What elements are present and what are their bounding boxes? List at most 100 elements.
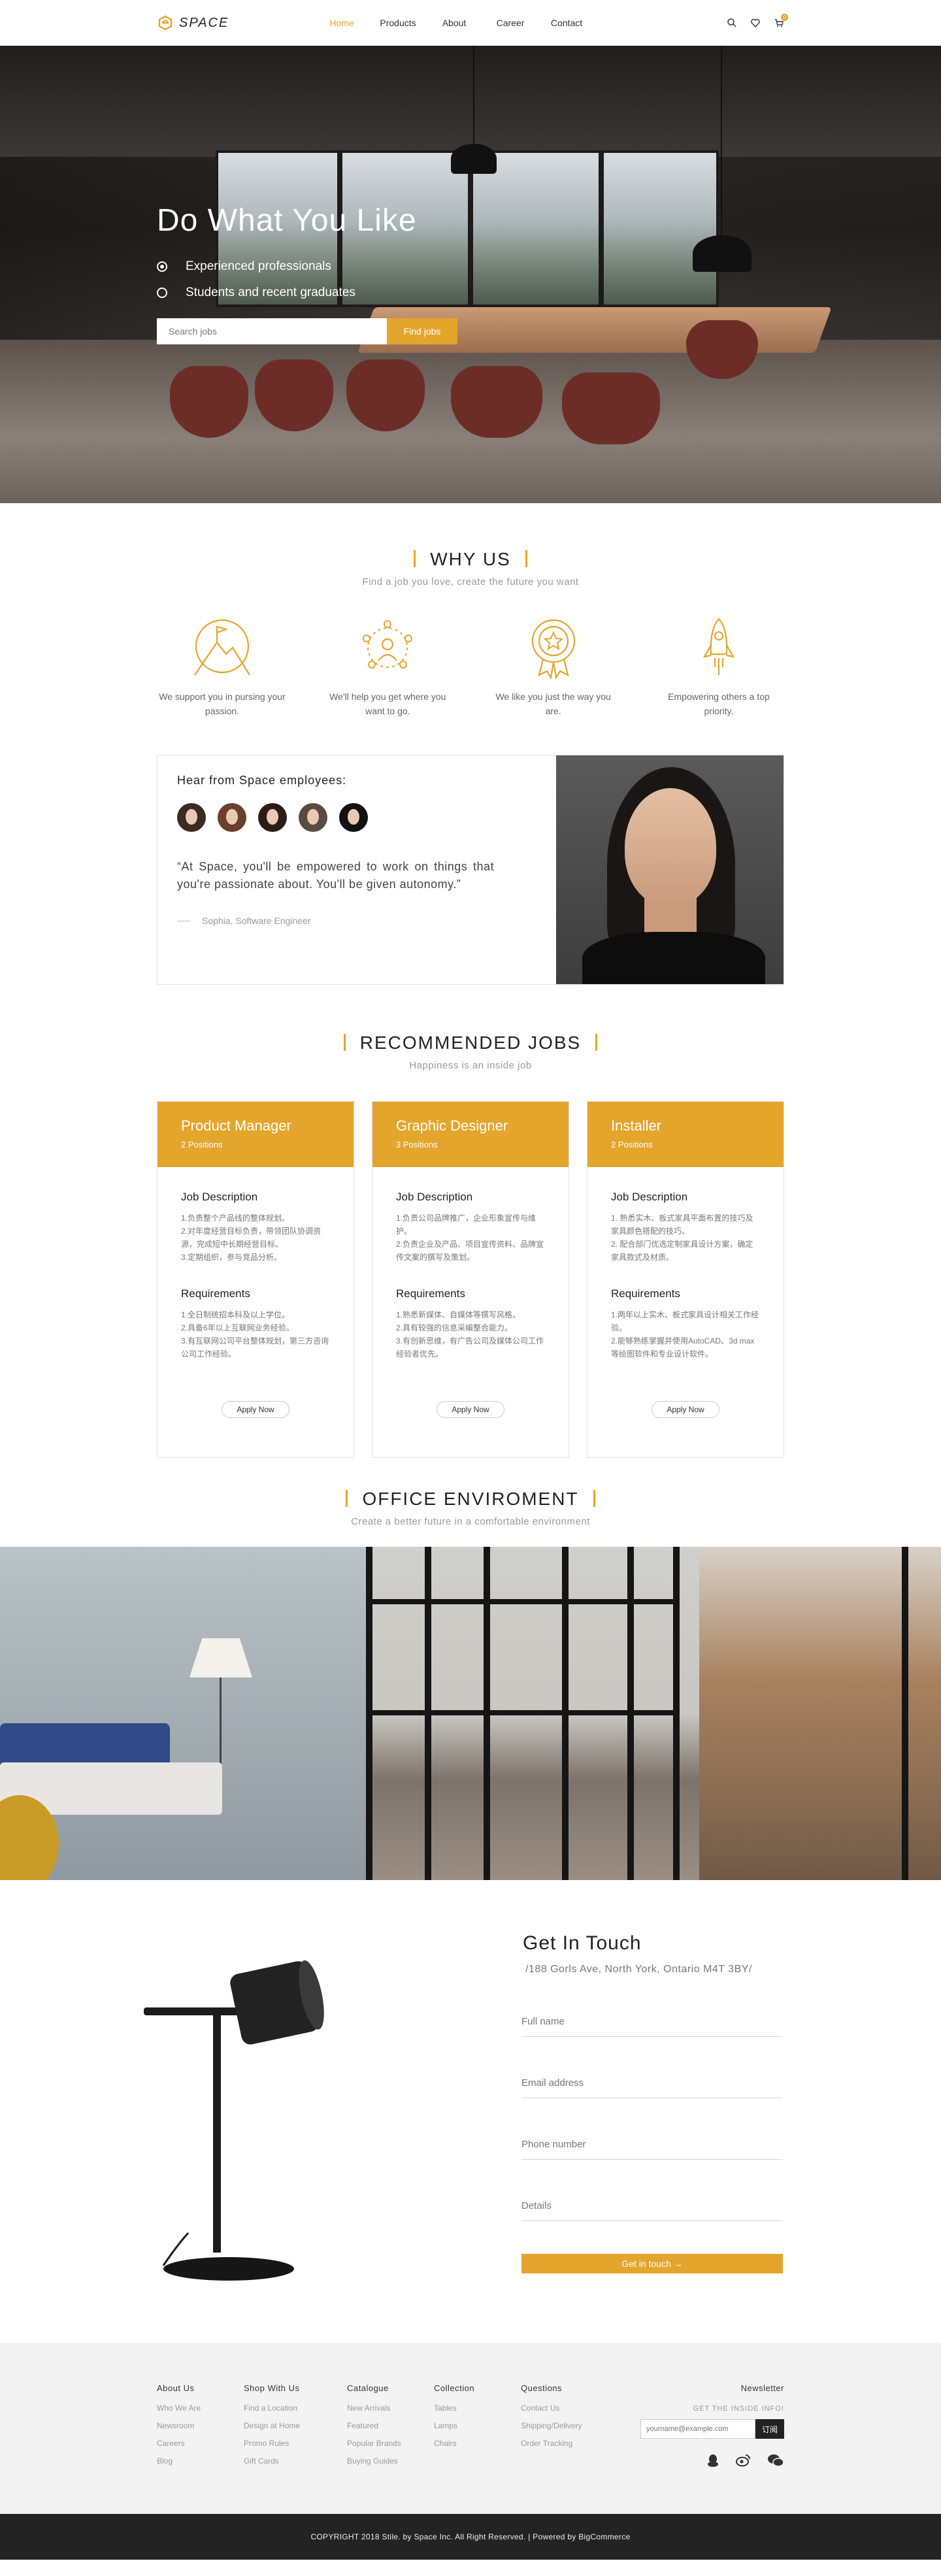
footer-link[interactable]: Lamps (434, 2421, 521, 2430)
footer-column-catalogue: Catalogue New Arrivals Featured Popular … (347, 2383, 434, 2474)
requirements-label: Requirements (396, 1287, 465, 1300)
hero-window (470, 150, 601, 307)
why-items: We support you in pursing your passion. … (157, 615, 784, 718)
hero-lamp-cord (473, 46, 474, 144)
option-students[interactable]: Students and recent graduates (157, 286, 457, 300)
qq-icon[interactable] (706, 2453, 720, 2471)
newsletter: Newsletter GET THE INSIDE INFO! 订阅 (640, 2383, 784, 2474)
get-in-touch-button[interactable]: Get in touch → (521, 2254, 783, 2273)
footer-link[interactable]: Design at Home (244, 2421, 347, 2430)
heart-icon[interactable] (750, 18, 761, 28)
employee-avatars (177, 803, 537, 832)
rocket-icon (702, 618, 735, 675)
glass-frame (366, 1599, 680, 1604)
footer-link[interactable]: Contact Us (521, 2403, 608, 2413)
contact-address: /188 Gorls Ave, North York, Ontario M4T … (525, 1964, 752, 1975)
hero-chair (562, 372, 660, 444)
glass-frame (366, 1710, 680, 1715)
phone-field (521, 2131, 783, 2160)
apply-now-button[interactable]: Apply Now (652, 1401, 719, 1418)
section-subtitle: Find a job you love, create the future y… (362, 576, 579, 587)
hero-window (601, 150, 719, 307)
author-name: Sophia, Software Engineer (202, 916, 311, 926)
footer-link[interactable]: Featured (347, 2421, 434, 2430)
subscribe-button[interactable]: 订阅 (755, 2419, 784, 2439)
full-name-input[interactable] (521, 2008, 783, 2034)
newsletter-form: 订阅 (640, 2419, 784, 2439)
footer-link[interactable]: Gift Cards (244, 2456, 347, 2466)
social-links (640, 2453, 784, 2471)
footer-link[interactable]: Chairs (434, 2439, 521, 2448)
nav-contact[interactable]: Contact (538, 18, 595, 28)
newsletter-email-input[interactable] (640, 2419, 755, 2439)
phone-input[interactable] (521, 2131, 783, 2157)
footer-link[interactable]: Who We Are (157, 2403, 244, 2413)
apply-now-button[interactable]: Apply Now (222, 1401, 289, 1418)
avatar[interactable] (177, 803, 206, 832)
nav-career[interactable]: Career (482, 18, 538, 28)
footer-column-collection: Collection Tables Lamps Chairs (434, 2383, 521, 2474)
job-search-input[interactable] (157, 318, 387, 344)
section-title: OFFICE ENVIROMENT (0, 1489, 941, 1510)
footer-link[interactable]: Popular Brands (347, 2439, 434, 2448)
apply-now-button[interactable]: Apply Now (437, 1401, 504, 1418)
footer-link[interactable]: Shipping/Delivery (521, 2421, 608, 2430)
weibo-icon[interactable] (736, 2453, 751, 2471)
nav-home[interactable]: Home (314, 18, 370, 28)
job-description-label: Job Description (611, 1191, 688, 1203)
avatar[interactable] (258, 803, 287, 832)
footer-link[interactable]: Blog (157, 2456, 244, 2466)
section-title: RECOMMENDED JOBS (0, 1032, 941, 1053)
mountain-flag-icon (194, 619, 250, 676)
job-description-label: Job Description (181, 1191, 258, 1203)
job-card-header: Graphic Designer 3 Positions (372, 1102, 569, 1167)
cart-icon[interactable]: 0 (774, 14, 788, 28)
radio-empty-icon[interactable] (157, 288, 167, 298)
avatar[interactable] (299, 803, 327, 832)
search-icon[interactable] (727, 18, 737, 28)
logo[interactable]: SPACE (157, 14, 314, 31)
footer-link[interactable]: Order Tracking (521, 2439, 608, 2448)
details-input[interactable] (521, 2192, 783, 2219)
find-jobs-button[interactable]: Find jobs (387, 318, 457, 344)
footer-link[interactable]: Buying Guides (347, 2456, 434, 2466)
requirements-label: Requirements (611, 1287, 680, 1300)
email-input[interactable] (521, 2070, 783, 2096)
footer-column-questions: Questions Contact Us Shipping/Delivery O… (521, 2383, 608, 2474)
footer-link[interactable]: New Arrivals (347, 2403, 434, 2413)
job-title: Graphic Designer (396, 1117, 508, 1134)
job-requirements: 1.全日制统招本科及以上学位。 2.具备6年以上互联网业务经验。 3.有互联网公… (181, 1310, 329, 1359)
details-field (521, 2192, 783, 2221)
footer-link[interactable]: Careers (157, 2439, 244, 2448)
job-requirements: 1.熟悉新媒体、自媒体等撰写风格。 2.具有较强的信息采编整合能力。 3.有创新… (396, 1310, 544, 1359)
team-network-icon (363, 620, 413, 669)
avatar[interactable] (339, 803, 368, 832)
footer-link[interactable]: Newsroom (157, 2421, 244, 2430)
job-positions: 2 Positions (181, 1140, 223, 1149)
avatar[interactable] (218, 803, 246, 832)
option-experienced[interactable]: Experienced professionals (157, 259, 457, 274)
section-title: WHY US (0, 549, 941, 570)
site-header: SPACE Home Products About Career Contact… (0, 0, 941, 46)
why-item: We'll help you get where you want to go. (322, 615, 453, 718)
header-icons: 0 (727, 14, 788, 28)
footer-link[interactable]: Find a Location (244, 2403, 347, 2413)
recommended-jobs-section: RECOMMENDED JOBS Happiness is an inside … (0, 1026, 941, 1489)
footer-link[interactable]: Promo Rules (244, 2439, 347, 2448)
nav-about[interactable]: About (426, 18, 482, 28)
radio-selected-icon[interactable] (157, 261, 167, 272)
footer-link[interactable]: Tables (434, 2403, 521, 2413)
photo-body (582, 932, 765, 984)
why-item: We support you in pursing your passion. (157, 615, 288, 718)
nav-products[interactable]: Products (370, 18, 426, 28)
full-name-field (521, 2008, 783, 2037)
hero-pendant-lamp (451, 144, 497, 174)
award-medal-icon (531, 619, 575, 680)
job-card-header: Product Manager 2 Positions (157, 1102, 354, 1167)
wechat-icon[interactable] (767, 2453, 784, 2471)
job-description: 1.负责整个产品线的整体规划。 2.对年度经营目标负责，带领团队协调资源，完成短… (181, 1214, 322, 1262)
job-card-body: Job Description 1.负责整个产品线的整体规划。 2.对年度经营目… (157, 1167, 354, 1374)
newsletter-title: Newsletter (740, 2383, 784, 2393)
cart-count-badge: 0 (781, 14, 788, 21)
footer-column-title: Questions (521, 2383, 563, 2393)
